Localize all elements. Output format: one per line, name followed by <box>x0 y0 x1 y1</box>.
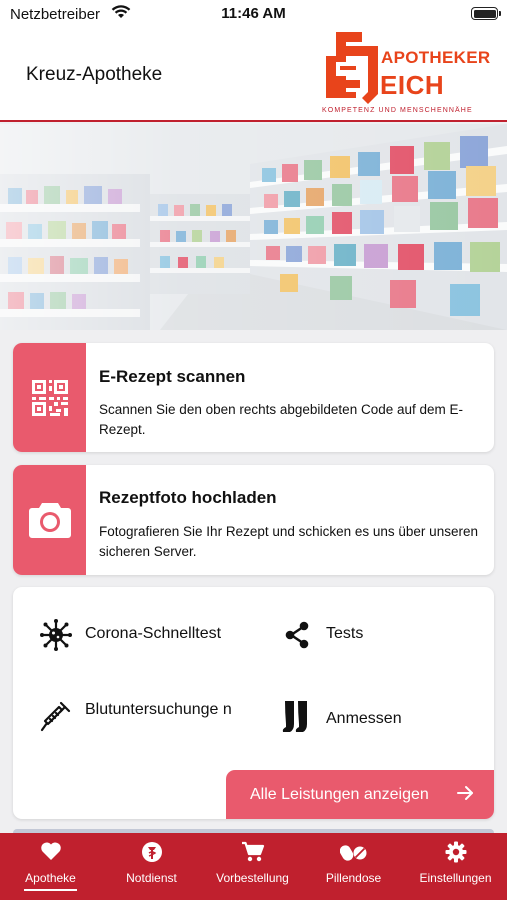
brand-logo[interactable]: APOTHEKER EICH KOMPETENZ UND MENSCHENNÄH… <box>320 30 500 120</box>
tab-pillendose[interactable]: Pillendose <box>303 833 404 900</box>
hero-image <box>0 124 507 330</box>
gear-icon <box>404 841 507 863</box>
rezeptfoto-card-description: Fotografieren Sie Ihr Rezept und schicke… <box>99 524 478 559</box>
app-header: Kreuz-Apotheke APOTHEKER EICH KOMPETENZ … <box>0 30 507 122</box>
service-label-corona: Corona-Schnelltest <box>85 625 222 642</box>
service-corona-schnelltest[interactable]: Corona-Schnelltest <box>39 618 221 652</box>
service-anmessen[interactable]: Anmessen <box>280 700 402 734</box>
active-tab-indicator <box>24 889 77 891</box>
clock: 11:46 AM <box>221 5 286 22</box>
e-rezept-card-description: Scannen Sie den oben rechts abgebildeten… <box>99 402 464 437</box>
logo-text-eich: EICH <box>380 70 445 100</box>
all-services-button[interactable]: Alle Leistungen anzeigen <box>226 770 494 819</box>
share-icon <box>280 618 314 652</box>
service-tests[interactable]: Tests <box>280 618 363 652</box>
service-label-blutuntersuchungen: Blutuntersuchunge n <box>85 701 232 718</box>
services-panel: Corona-Schnelltest Tests Blutuntersuchun… <box>13 587 494 819</box>
tab-label-notdienst: Notdienst <box>126 871 177 885</box>
logo-text-apotheker: APOTHEKER <box>381 48 491 67</box>
battery-icon <box>471 7 501 20</box>
service-blutuntersuchungen[interactable]: Blutuntersuchunge n <box>39 697 241 733</box>
camera-icon <box>28 503 71 538</box>
tab-label-pillendose: Pillendose <box>325 871 382 885</box>
logo-tagline: KOMPETENZ UND MENSCHENNÄHE <box>322 107 473 114</box>
service-label-tests: Tests <box>326 625 364 642</box>
rezeptfoto-card-title: Rezeptfoto hochladen <box>99 488 277 507</box>
syringe-icon <box>39 699 73 733</box>
service-label-anmessen: Anmessen <box>326 710 402 727</box>
e-rezept-card-icon-panel <box>13 343 86 452</box>
heart-icon <box>0 841 101 863</box>
tab-bar: Apotheke Notdienst Vorbestellung Pillend… <box>0 833 507 900</box>
virus-icon <box>39 618 73 652</box>
tab-label-apotheke: Apotheke <box>25 871 76 885</box>
pharmacy-shelves-photo <box>0 124 507 330</box>
pill-icon <box>303 841 404 863</box>
rezeptfoto-card[interactable]: Rezeptfoto hochladen Fotografieren Sie I… <box>13 465 494 575</box>
arrow-right-icon <box>457 786 473 800</box>
qr-code-icon <box>31 379 68 416</box>
status-bar: Netzbetreiber 11:46 AM <box>0 0 507 30</box>
all-services-button-label: Alle Leistungen anzeigen <box>250 785 429 803</box>
tab-label-vorbestellung: Vorbestellung <box>216 871 289 885</box>
e-rezept-card[interactable]: E-Rezept scannen Scannen Sie den oben re… <box>13 343 494 452</box>
page-title: Kreuz-Apotheke <box>26 64 163 85</box>
tab-vorbestellung[interactable]: Vorbestellung <box>202 833 303 900</box>
tab-notdienst[interactable]: Notdienst <box>101 833 202 900</box>
emergency-icon <box>101 841 202 863</box>
rezeptfoto-card-icon-panel <box>13 465 86 575</box>
tab-einstellungen[interactable]: Einstellungen <box>404 833 507 900</box>
logo-e-icon <box>326 32 378 104</box>
e-rezept-card-title: E-Rezept scannen <box>99 367 246 386</box>
tab-label-einstellungen: Einstellungen <box>419 871 492 885</box>
cart-icon <box>202 841 303 863</box>
stockings-icon <box>280 700 314 734</box>
tab-apotheke[interactable]: Apotheke <box>0 833 101 900</box>
